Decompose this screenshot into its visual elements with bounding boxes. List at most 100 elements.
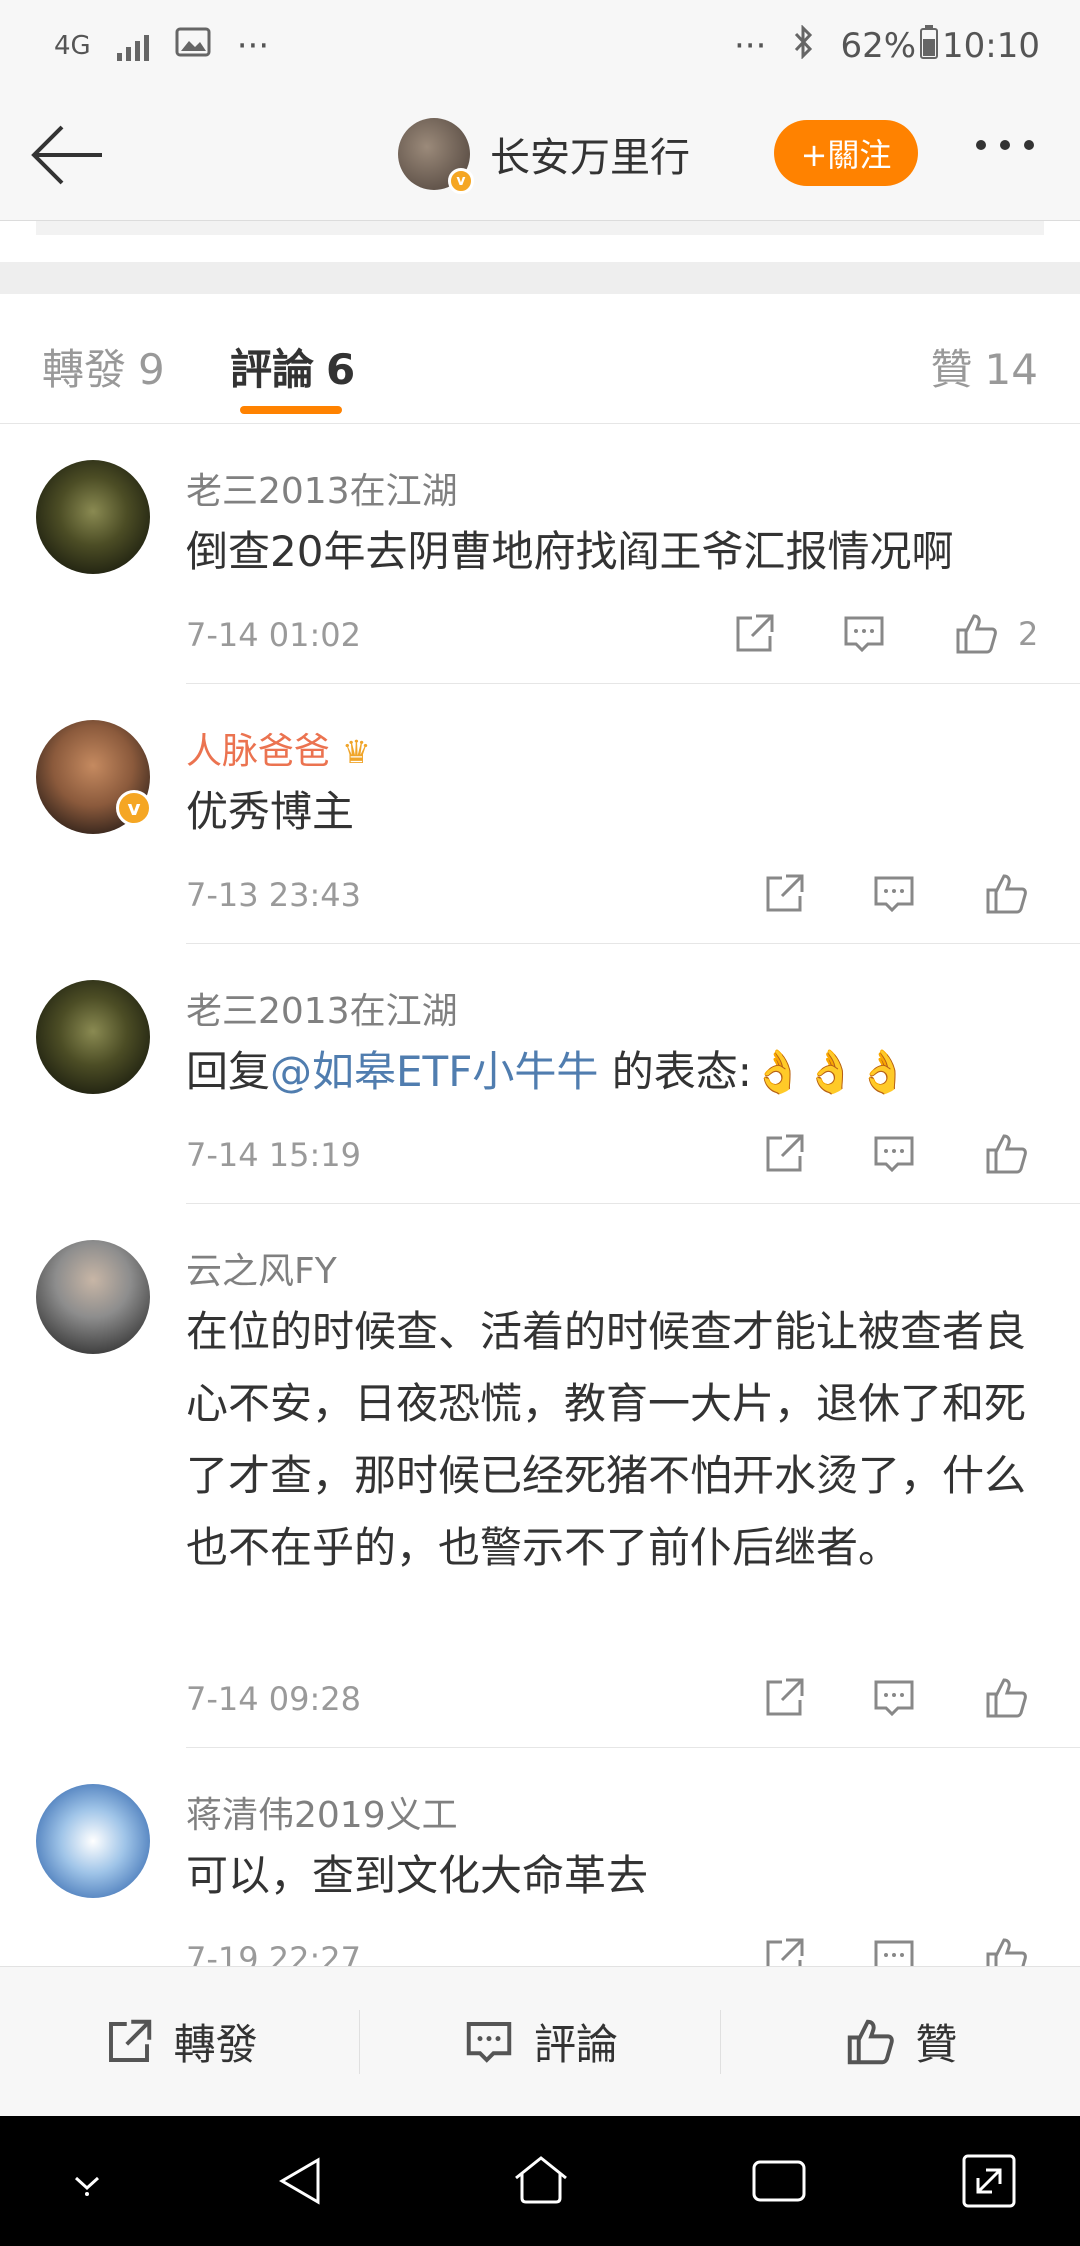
bottom-action-bar: 轉發 評論 贊 (0, 1966, 1080, 2116)
comment-text: 倒查20年去阴曹地府找阎王爷汇报情况啊 (186, 527, 954, 576)
comment-icon (874, 876, 914, 913)
rotate-icon (962, 2154, 1016, 2208)
share-icon (108, 2019, 151, 2062)
section-gap (0, 262, 1080, 294)
comment-actions (720, 1670, 1050, 1726)
tab-comments-label: 評論 (230, 345, 315, 394)
comment-icon (844, 616, 884, 653)
recents-nav-button[interactable] (746, 2148, 812, 2214)
like-button[interactable] (982, 1934, 1030, 1966)
username-text: 人脉爸爸 (186, 731, 331, 772)
share-icon (766, 874, 804, 912)
network-4g-icon: 4G (54, 31, 91, 61)
tab-reposts[interactable]: 轉發 9 (42, 336, 165, 397)
like-toolbar-button[interactable]: 贊 (721, 1967, 1080, 2117)
author-name[interactable]: 长安万里行 (490, 125, 690, 183)
verified-badge-icon: v (448, 168, 474, 194)
repost-button[interactable] (760, 1934, 808, 1966)
avatar[interactable] (36, 980, 150, 1094)
system-navigation-bar (0, 2116, 1080, 2246)
thumbs-up-icon (986, 874, 1027, 914)
repost-toolbar-button[interactable]: 轉發 (0, 1967, 359, 2117)
like-button[interactable] (982, 1674, 1030, 1722)
mention-link[interactable]: @如皋ETF小牛牛 (270, 1047, 598, 1096)
reply-button[interactable] (870, 870, 918, 918)
thumbs-up-icon (848, 2019, 895, 2064)
image-icon (175, 26, 211, 66)
avatar[interactable] (36, 460, 150, 574)
clock: 10:10 (942, 26, 1040, 66)
author-avatar[interactable]: v (398, 118, 474, 194)
comment-actions (720, 866, 1050, 922)
comment-icon (466, 2021, 512, 2063)
comment-text: 优秀博主 (186, 787, 355, 836)
tab-likes-count: 14 (984, 345, 1038, 394)
home-nav-button[interactable] (508, 2148, 574, 2214)
reply-suffix: 的表态:👌👌👌 (598, 1047, 909, 1096)
author-profile[interactable]: v 长安万里行 (398, 118, 690, 194)
comment-time: 7-14 01:02 (186, 616, 362, 654)
comment-time: 7-13 23:43 (186, 876, 362, 914)
comment-username[interactable]: 人脉爸爸 ♛ (186, 722, 371, 774)
comment-username[interactable]: 蒋清伟2019义工 (186, 1786, 458, 1838)
rotate-screen-button[interactable] (956, 2148, 1022, 2214)
reply-button[interactable] (870, 1674, 918, 1722)
back-nav-button[interactable] (268, 2148, 334, 2214)
avatar[interactable]: v (36, 720, 152, 834)
thumbs-up-icon (986, 1938, 1027, 1966)
tab-likes[interactable]: 贊 14 (931, 336, 1038, 397)
comment-item: 蒋清伟2019义工 可以，查到文化大命革去 7-19 22:27 (0, 1748, 1080, 1966)
comment-time: 7-14 09:28 (186, 1680, 362, 1718)
avatar[interactable] (36, 1240, 150, 1354)
recents-icon (752, 2160, 806, 2202)
bluetooth-icon (792, 23, 814, 68)
chevron-down-icon (74, 2176, 100, 2196)
thumbs-up-icon (986, 1134, 1027, 1174)
tab-reposts-label: 轉發 (42, 345, 127, 394)
home-icon (515, 2156, 567, 2204)
comment-actions: 2 (690, 606, 1038, 662)
comment-toolbar-button[interactable]: 評論 (360, 1967, 719, 2117)
battery-percent: 62% (840, 26, 917, 66)
tab-comments[interactable]: 評論 6 (230, 336, 355, 397)
repost-button[interactable] (760, 870, 808, 918)
follow-button[interactable]: +關注 (774, 120, 918, 186)
reply-button[interactable] (870, 1130, 918, 1178)
comment-time: 7-19 22:27 (186, 1940, 362, 1966)
tab-comments-count: 6 (326, 345, 356, 394)
repost-button[interactable] (730, 610, 778, 658)
comment-username[interactable]: 云之风FY (186, 1242, 337, 1294)
comment-icon (874, 1680, 914, 1717)
comment-username[interactable]: 老三2013在江湖 (186, 982, 458, 1034)
tab-likes-label: 贊 (930, 345, 973, 394)
comment-item: 老三2013在江湖 倒查20年去阴曹地府找阎王爷汇报情况啊 7-14 01:02… (0, 424, 1080, 684)
comment-text: 可以，查到文化大命革去 (186, 1851, 649, 1900)
comment-text: 在位的时候查、活着的时候查才能让被查者良心不安，日夜恐慌，教育一大片，退休了和死… (186, 1307, 1027, 1572)
like-button[interactable] (982, 870, 1030, 918)
repost-button[interactable] (760, 1674, 808, 1722)
share-icon (766, 1134, 804, 1172)
comment-time: 7-14 15:19 (186, 1136, 362, 1174)
verified-badge-icon: v (116, 790, 152, 826)
back-arrow-icon (31, 125, 102, 185)
thumbs-up-icon (986, 1678, 1027, 1718)
like-toolbar-label: 贊 (915, 2020, 958, 2069)
like-button[interactable] (982, 1130, 1030, 1178)
like-button[interactable]: 2 (952, 610, 1038, 658)
comment-username[interactable]: 老三2013在江湖 (186, 462, 458, 514)
share-icon (766, 1938, 804, 1966)
share-icon (766, 1678, 804, 1716)
reply-prefix: 回复 (186, 1047, 271, 1096)
repost-button[interactable] (760, 1130, 808, 1178)
battery-icon (920, 24, 939, 68)
back-button[interactable] (28, 120, 108, 190)
content-strip (36, 221, 1044, 235)
repost-toolbar-label: 轉發 (173, 2020, 258, 2069)
tab-reposts-count: 9 (138, 345, 165, 394)
reply-button[interactable] (870, 1934, 918, 1966)
comment-icon (874, 1136, 914, 1173)
reply-button[interactable] (840, 610, 888, 658)
hide-keyboard-button[interactable] (54, 2148, 120, 2214)
avatar[interactable] (36, 1784, 150, 1898)
more-options-button[interactable] (976, 140, 1034, 150)
